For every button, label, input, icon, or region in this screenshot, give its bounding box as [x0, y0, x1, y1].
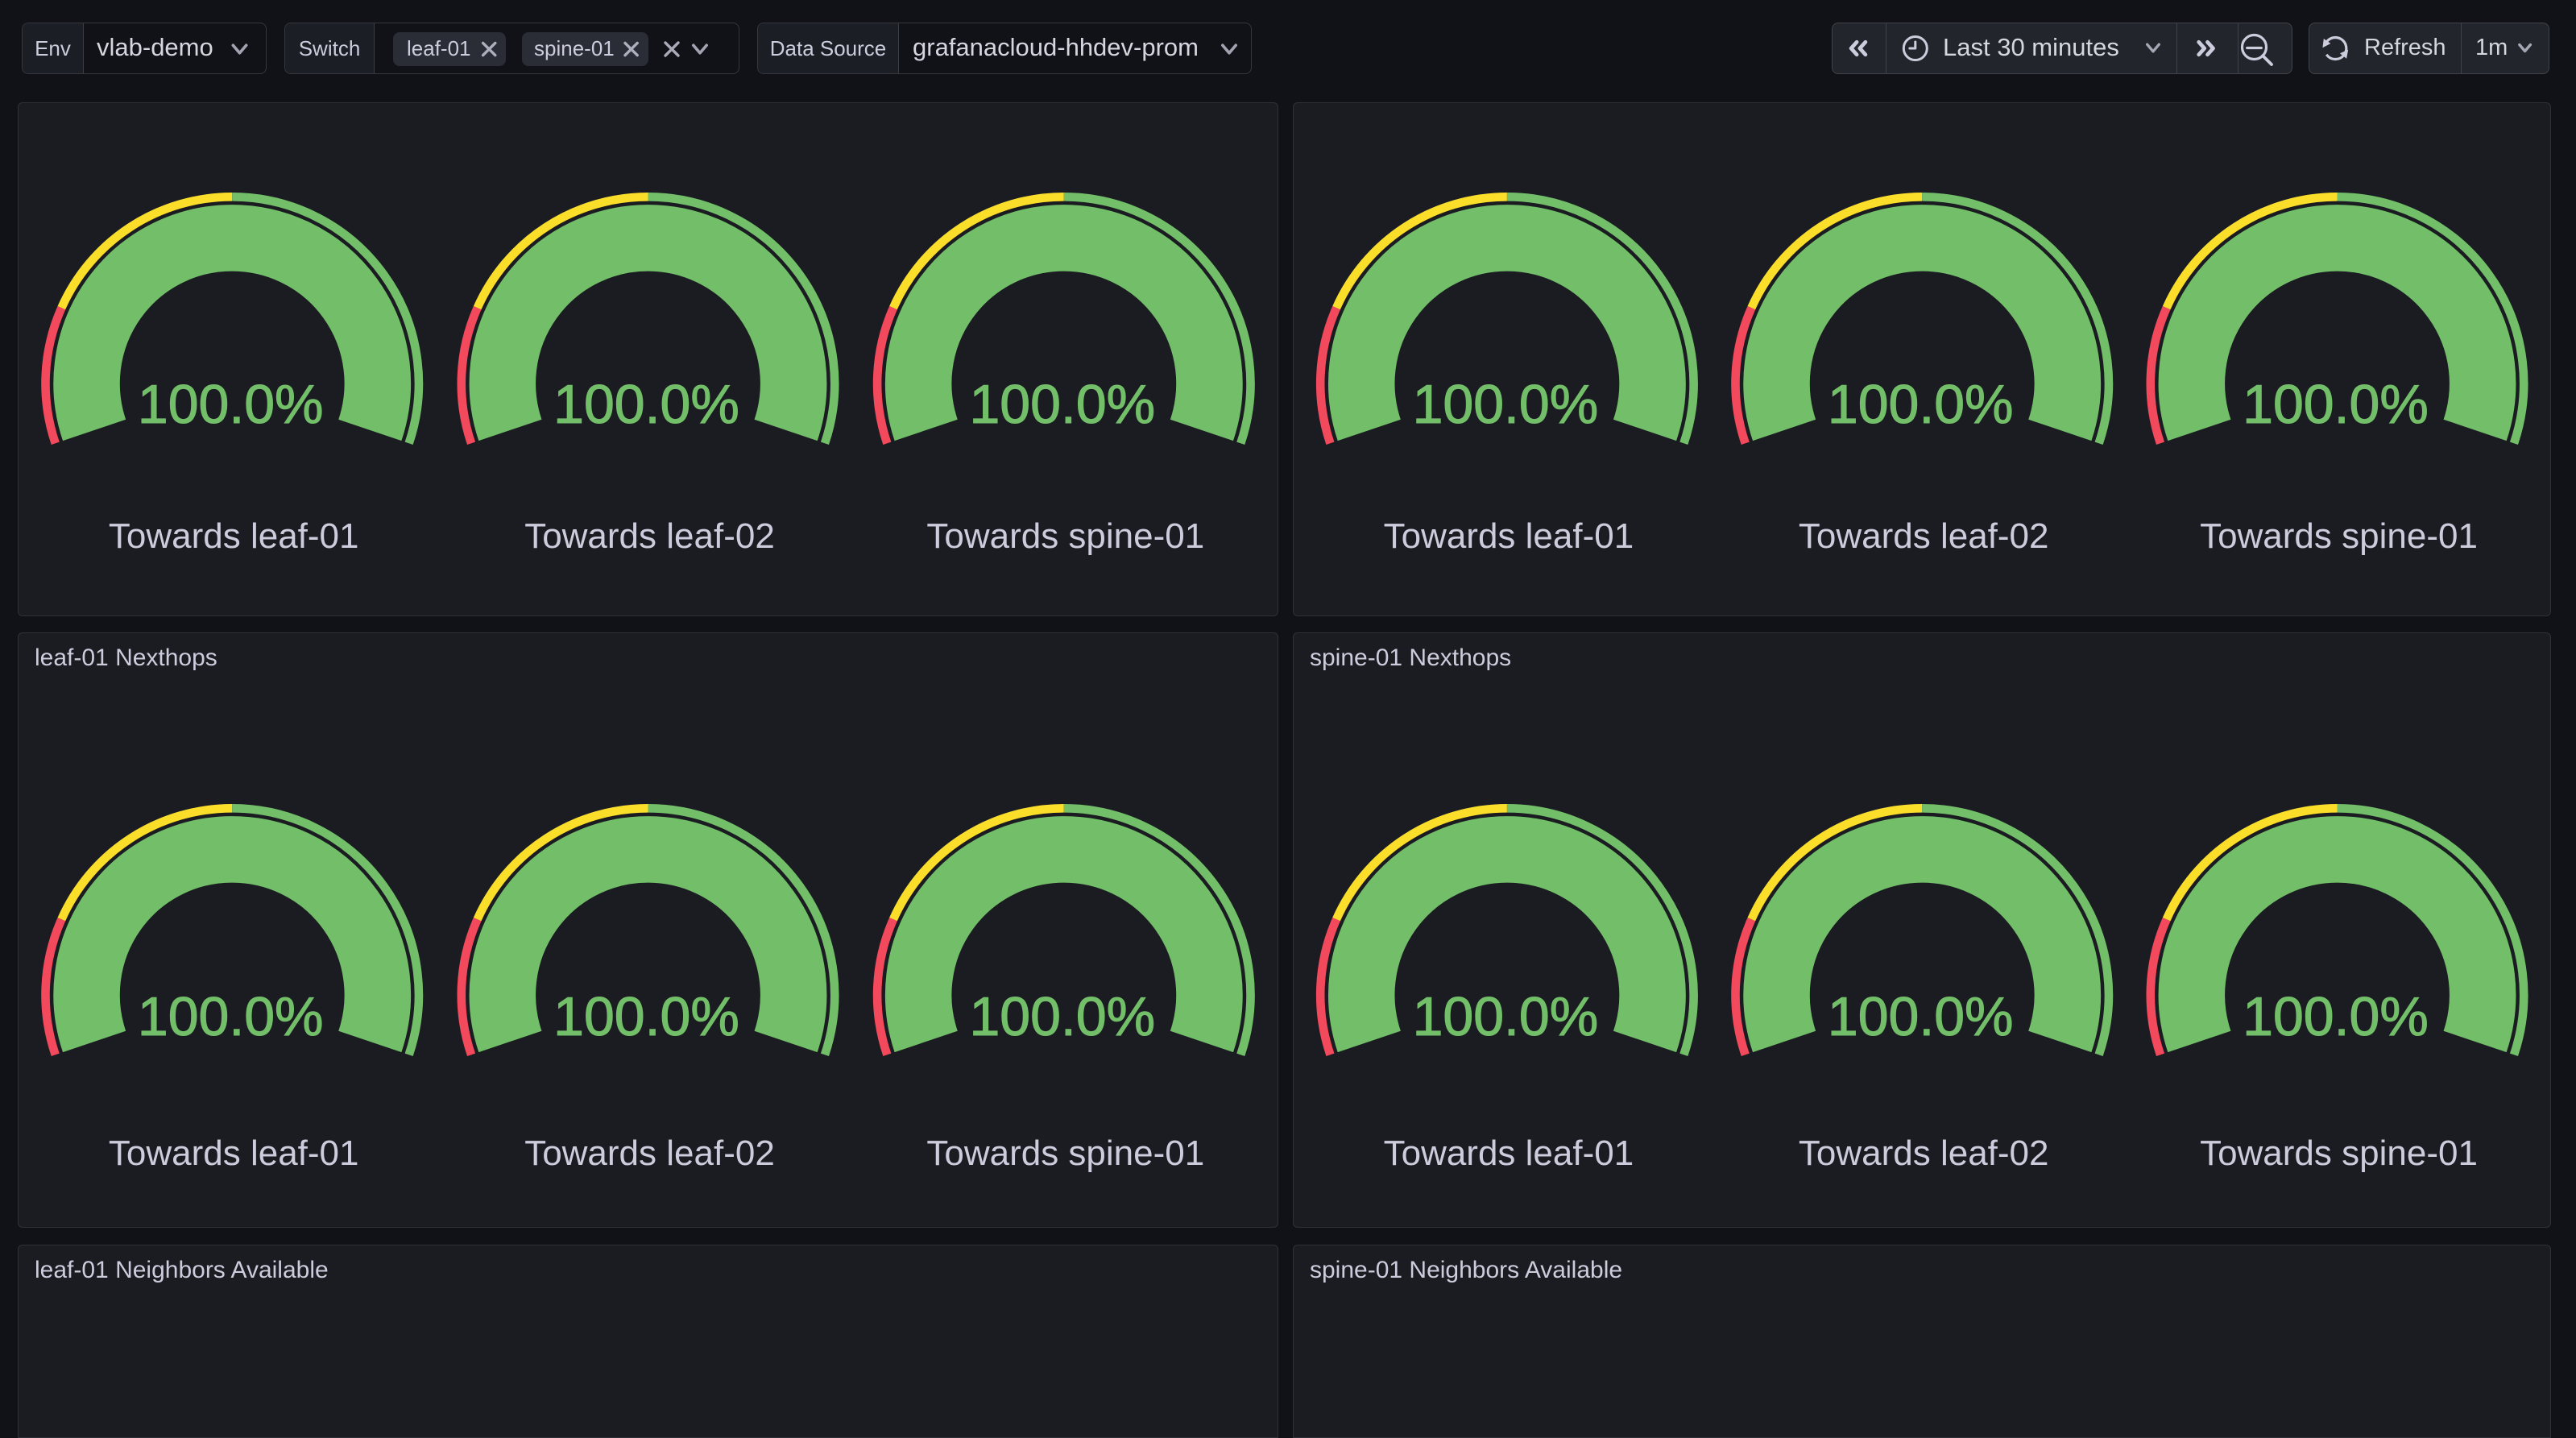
svg-text:100.0%: 100.0%	[969, 986, 1155, 1047]
svg-text:Towards leaf-02: Towards leaf-02	[1799, 1133, 2049, 1173]
svg-text:Towards spine-01: Towards spine-01	[2200, 516, 2478, 556]
svg-text:Towards leaf-01: Towards leaf-01	[1384, 1133, 1634, 1173]
svg-text:Towards spine-01: Towards spine-01	[926, 1133, 1204, 1173]
svg-text:100.0%: 100.0%	[553, 986, 739, 1047]
svg-text:Towards leaf-02: Towards leaf-02	[524, 1133, 775, 1173]
svg-text:Towards leaf-01: Towards leaf-01	[1384, 516, 1634, 556]
svg-text:100.0%: 100.0%	[1828, 374, 2014, 435]
svg-text:100.0%: 100.0%	[138, 374, 324, 435]
svg-text:Towards spine-01: Towards spine-01	[2200, 1133, 2478, 1173]
svg-text:100.0%: 100.0%	[969, 374, 1155, 435]
svg-text:100.0%: 100.0%	[553, 374, 739, 435]
svg-text:Towards spine-01: Towards spine-01	[926, 516, 1204, 556]
svg-text:Towards leaf-02: Towards leaf-02	[1799, 516, 2049, 556]
svg-text:100.0%: 100.0%	[1413, 986, 1599, 1047]
svg-text:Towards leaf-02: Towards leaf-02	[524, 516, 775, 556]
svg-text:Towards leaf-01: Towards leaf-01	[109, 516, 359, 556]
svg-text:Towards leaf-01: Towards leaf-01	[109, 1133, 359, 1173]
svg-text:100.0%: 100.0%	[2243, 374, 2429, 435]
svg-text:100.0%: 100.0%	[1413, 374, 1599, 435]
svg-text:100.0%: 100.0%	[1828, 986, 2014, 1047]
svg-text:100.0%: 100.0%	[2243, 986, 2429, 1047]
svg-text:100.0%: 100.0%	[138, 986, 324, 1047]
